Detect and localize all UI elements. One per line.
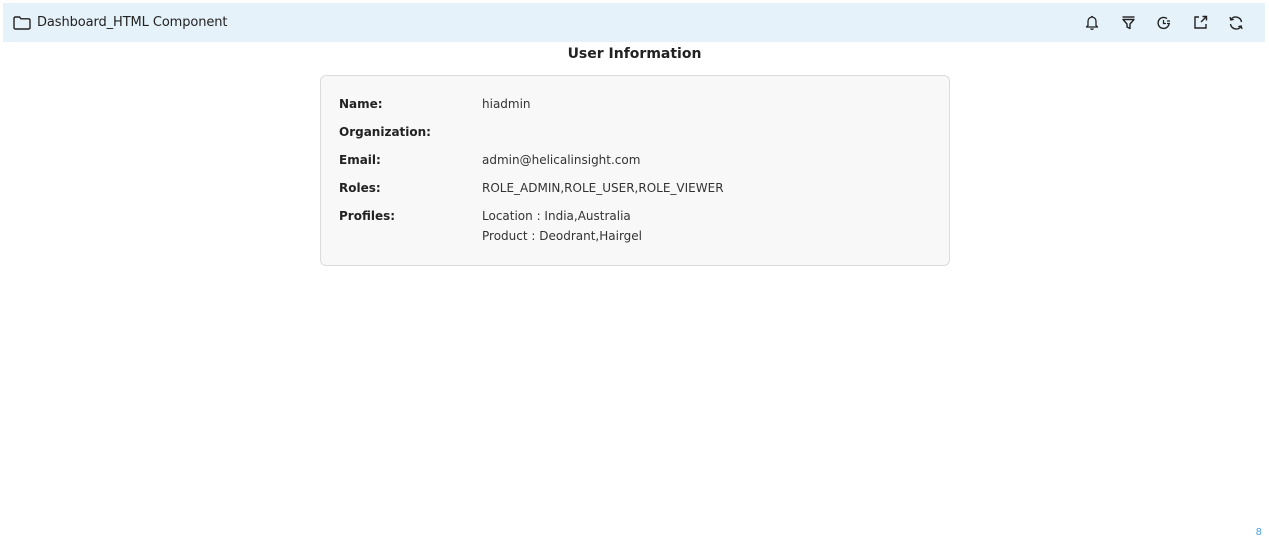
info-row-name: Name: hiadmin bbox=[339, 94, 531, 114]
filter-button[interactable] bbox=[1117, 12, 1139, 34]
schedule-icon bbox=[1156, 15, 1172, 31]
schedule-button[interactable] bbox=[1153, 12, 1175, 34]
info-row-organization: Organization: bbox=[339, 122, 482, 142]
name-label: Name: bbox=[339, 97, 383, 111]
export-button[interactable] bbox=[1189, 12, 1211, 34]
export-icon bbox=[1193, 15, 1208, 30]
profiles-values: Location : India,Australia Product : Deo… bbox=[482, 206, 642, 246]
toolbar bbox=[1081, 3, 1247, 42]
folder-icon bbox=[13, 15, 31, 30]
page-title: User Information bbox=[567, 46, 702, 62]
notifications-button[interactable] bbox=[1081, 12, 1103, 34]
roles-label: Roles: bbox=[339, 181, 381, 195]
roles-value: ROLE_ADMIN,ROLE_USER,ROLE_VIEWER bbox=[482, 181, 724, 195]
profiles-label: Profiles: bbox=[339, 209, 396, 223]
profile-product-value: Product : Deodrant,Hairgel bbox=[482, 229, 642, 243]
info-row-profiles: Profiles: Location : India,Australia Pro… bbox=[339, 206, 642, 246]
profile-location-value: Location : India,Australia bbox=[482, 209, 631, 223]
breadcrumb-label: Dashboard_HTML Component bbox=[37, 15, 228, 30]
user-info-card: Name: hiadmin Organization: Email: admin… bbox=[320, 75, 950, 266]
top-bar: Dashboard_HTML Component bbox=[3, 3, 1265, 42]
email-label: Email: bbox=[339, 153, 381, 167]
email-value: admin@helicalinsight.com bbox=[482, 153, 641, 167]
filter-icon bbox=[1121, 15, 1136, 30]
breadcrumb[interactable]: Dashboard_HTML Component bbox=[13, 3, 228, 42]
info-row-roles: Roles: ROLE_ADMIN,ROLE_USER,ROLE_VIEWER bbox=[339, 178, 724, 198]
refresh-button[interactable] bbox=[1225, 12, 1247, 34]
corner-mark: 8 bbox=[1255, 527, 1262, 538]
bell-icon bbox=[1085, 15, 1099, 31]
info-row-email: Email: admin@helicalinsight.com bbox=[339, 150, 640, 170]
name-value: hiadmin bbox=[482, 97, 531, 111]
refresh-icon bbox=[1228, 15, 1244, 31]
organization-label: Organization: bbox=[339, 125, 431, 139]
